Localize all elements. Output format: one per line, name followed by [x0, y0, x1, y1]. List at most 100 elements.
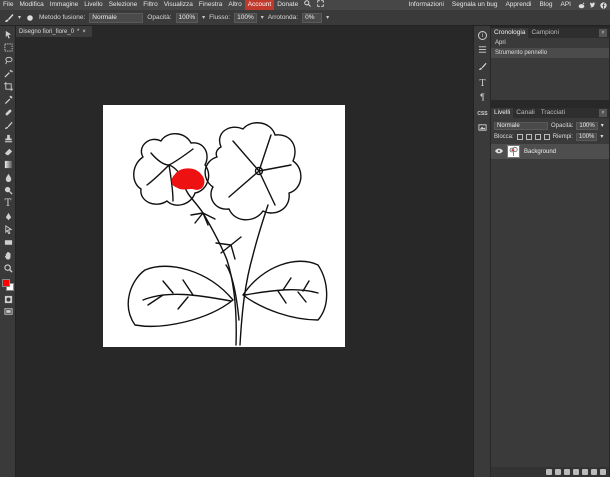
- layer-opacity-label: Opacità:: [551, 122, 574, 129]
- menu-blog[interactable]: Blog: [536, 0, 557, 10]
- opacity-input[interactable]: 100%: [175, 12, 199, 23]
- quick-mask-icon[interactable]: [3, 294, 13, 304]
- hand-tool-icon[interactable]: [3, 250, 13, 260]
- brush-tool-icon[interactable]: [3, 120, 13, 130]
- menu-edit[interactable]: Modifica: [16, 0, 46, 10]
- chevron-down-icon[interactable]: ▾: [600, 133, 603, 140]
- menu-learn[interactable]: Apprendi: [501, 0, 535, 10]
- close-tab-icon[interactable]: ×: [82, 29, 86, 35]
- zoom-tool-icon[interactable]: [3, 263, 13, 273]
- chevron-down-icon[interactable]: ▾: [601, 122, 604, 129]
- properties-panel-icon[interactable]: [477, 44, 488, 55]
- character-panel-icon[interactable]: T: [477, 78, 488, 89]
- opacity-dropdown-icon[interactable]: ▾: [202, 14, 205, 21]
- workspace[interactable]: [16, 37, 471, 477]
- menu-select[interactable]: Selezione: [106, 0, 141, 10]
- css-panel-icon[interactable]: CSS: [477, 108, 488, 119]
- pen-tool-icon[interactable]: [3, 211, 13, 221]
- flow-dropdown-icon[interactable]: ▾: [261, 14, 264, 21]
- layer-row-background[interactable]: Background: [491, 144, 609, 159]
- eyedropper-tool-icon[interactable]: [3, 94, 13, 104]
- menu-view[interactable]: Visualizza: [161, 0, 196, 10]
- lock-pixels-icon[interactable]: [525, 133, 532, 140]
- paragraph-panel-icon[interactable]: ¶: [477, 91, 488, 102]
- close-icon[interactable]: ×: [599, 109, 607, 117]
- blend-mode-select[interactable]: Normale: [89, 12, 144, 23]
- image-canvas[interactable]: [103, 105, 345, 347]
- lock-all-icon[interactable]: [543, 133, 550, 140]
- tab-channels[interactable]: Canali: [513, 108, 537, 118]
- path-select-tool-icon[interactable]: [3, 224, 13, 234]
- foreground-background-colors[interactable]: [1, 278, 15, 292]
- screen-mode-icon[interactable]: [3, 306, 13, 316]
- lasso-tool-icon[interactable]: [3, 55, 13, 65]
- menu-layer[interactable]: Livello: [81, 0, 105, 10]
- tool-options-bar: ▾ Metodo fusione: Normale Opacità: 100% …: [0, 10, 610, 26]
- lock-label: Blocca:: [494, 133, 514, 140]
- crop-tool-icon[interactable]: [3, 81, 13, 91]
- history-item[interactable]: Apri: [491, 38, 609, 48]
- menu-api[interactable]: API: [557, 0, 575, 10]
- link-layers-icon[interactable]: [546, 469, 552, 475]
- menu-donate[interactable]: Donate: [274, 0, 301, 10]
- menu-more[interactable]: Altro: [225, 0, 244, 10]
- fullscreen-icon[interactable]: [314, 0, 327, 11]
- document-tab[interactable]: Disegno fiori_fiore_0 * ×: [16, 26, 92, 37]
- menu-window[interactable]: Finestra: [196, 0, 225, 10]
- smooth-label: Arrotonda:: [267, 14, 299, 21]
- brush-panel-icon[interactable]: [477, 61, 488, 72]
- flow-label: Flusso:: [209, 14, 231, 21]
- smooth-dropdown-icon[interactable]: ▾: [326, 14, 329, 21]
- fill-input[interactable]: 100%: [576, 132, 598, 141]
- flow-input[interactable]: 100%: [234, 12, 257, 23]
- shape-tool-icon[interactable]: [3, 237, 13, 247]
- gradient-tool-icon[interactable]: [3, 159, 13, 169]
- info-panel-icon[interactable]: i: [478, 31, 487, 40]
- layers-footer: [491, 467, 609, 477]
- image-panel-icon[interactable]: [477, 122, 488, 133]
- new-layer-icon[interactable]: [591, 469, 597, 475]
- clone-stamp-tool-icon[interactable]: [3, 133, 13, 143]
- eye-icon[interactable]: [495, 148, 503, 156]
- brush-size-icon[interactable]: [25, 13, 35, 23]
- history-item[interactable]: Strumento pennello: [491, 48, 609, 58]
- delete-layer-icon[interactable]: [600, 469, 606, 475]
- layers-panel: Livelli Canali Tracciati × Normale Opaci…: [491, 108, 609, 477]
- adjustment-layer-icon[interactable]: [564, 469, 570, 475]
- dodge-tool-icon[interactable]: [3, 185, 13, 195]
- menu-account[interactable]: Account: [244, 0, 275, 10]
- foreground-color-swatch[interactable]: [2, 279, 10, 287]
- healing-tool-icon[interactable]: [3, 107, 13, 117]
- magic-wand-tool-icon[interactable]: [3, 68, 13, 78]
- layer-effects-icon[interactable]: [555, 469, 561, 475]
- menu-image[interactable]: Immagine: [47, 0, 82, 10]
- search-icon[interactable]: [301, 0, 314, 11]
- tab-swatches[interactable]: Campioni: [528, 28, 561, 38]
- reddit-icon[interactable]: [578, 2, 585, 9]
- eraser-tool-icon[interactable]: [3, 146, 13, 156]
- menu-filter[interactable]: Filtro: [140, 0, 160, 10]
- type-tool-icon[interactable]: T: [3, 198, 13, 209]
- lock-position-icon[interactable]: [534, 133, 541, 140]
- move-tool-icon[interactable]: [3, 29, 13, 39]
- chevron-down-icon[interactable]: ▾: [18, 14, 21, 21]
- smooth-input[interactable]: 0%: [302, 12, 323, 23]
- tab-layers[interactable]: Livelli: [491, 108, 514, 118]
- tab-history[interactable]: Cronologia: [491, 28, 529, 38]
- facebook-icon[interactable]: [600, 1, 607, 9]
- right-panels: Cronologia Campioni × Apri Strumento pen…: [490, 26, 610, 477]
- menu-file[interactable]: File: [0, 0, 16, 10]
- layer-opacity-input[interactable]: 100%: [576, 121, 598, 130]
- close-icon[interactable]: ×: [599, 29, 607, 37]
- marquee-tool-icon[interactable]: [3, 42, 13, 52]
- blur-tool-icon[interactable]: [3, 172, 13, 182]
- new-folder-icon[interactable]: [582, 469, 588, 475]
- lock-transparency-icon[interactable]: [516, 133, 523, 140]
- twitter-icon[interactable]: [589, 1, 596, 9]
- menu-report-bug[interactable]: Segnala un bug: [448, 0, 502, 10]
- layer-mask-icon[interactable]: [573, 469, 579, 475]
- menu-info[interactable]: Informazioni: [405, 0, 448, 10]
- layer-blend-select[interactable]: Normale: [494, 121, 548, 130]
- tab-paths[interactable]: Tracciati: [538, 108, 568, 118]
- brush-tool-icon[interactable]: [4, 13, 14, 23]
